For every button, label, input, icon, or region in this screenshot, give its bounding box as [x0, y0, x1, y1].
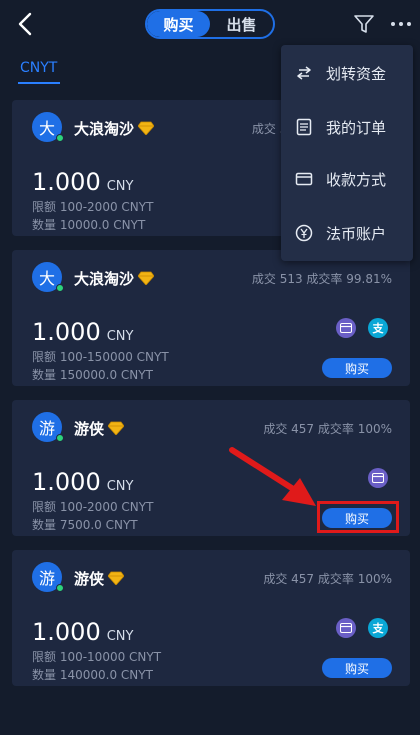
trade-stats: 成交 457 成交率 100% [263, 422, 392, 436]
buy-sell-toggle: 购买 出售 [145, 9, 275, 39]
bank-card-icon [336, 618, 356, 638]
menu-item-orders[interactable]: 我的订单 [281, 101, 413, 153]
menu-item-label: 法币账户 [326, 224, 387, 243]
listing-card: 大 大浪淘沙 成交 513 成交率 99.81% 1.000 CNY 支 限额 1… [12, 250, 410, 386]
merchant-name: 大浪淘沙 [74, 120, 135, 138]
buy-button[interactable]: 购买 [322, 658, 392, 678]
diamond-badge-icon [108, 571, 124, 585]
payment-method-icon [295, 172, 313, 186]
price: 1.000 CNY [32, 318, 134, 346]
alipay-icon: 支 [368, 618, 388, 638]
tab-buy[interactable]: 购买 [147, 11, 210, 37]
trade-stats: 成交 513 成交率 99.81% [251, 272, 392, 286]
filter-icon[interactable] [352, 12, 376, 36]
menu-item-label: 我的订单 [326, 118, 387, 137]
menu-item-label: 收款方式 [326, 170, 387, 189]
menu-item-payment-method[interactable]: 收款方式 [281, 153, 413, 205]
price: 1.000 CNY [32, 468, 134, 496]
merchant-name: 游侠 [74, 570, 105, 588]
alipay-icon: 支 [368, 318, 388, 338]
limit-range: 限额 100-150000 CNYT [32, 350, 169, 364]
buy-button[interactable]: 购买 [322, 508, 392, 528]
listing-card: 游 游侠 成交 457 成交率 100% 1.000 CNY 限额 100-200… [12, 400, 410, 536]
listing-card: 游 游侠 成交 457 成交率 100% 1.000 CNY 支 限额 100-1… [12, 550, 410, 686]
currency-tab-cnyt[interactable]: CNYT [20, 60, 57, 76]
quantity: 数量 150000.0 CNYT [32, 368, 153, 382]
more-icon[interactable] [388, 12, 414, 36]
diamond-badge-icon [138, 271, 154, 285]
menu-item-label: 划转资金 [326, 64, 387, 83]
limit-range: 限额 100-2000 CNYT [32, 200, 154, 214]
online-status-dot [56, 434, 64, 442]
header: 购买 出售 [0, 0, 420, 48]
price: 1.000 CNY [32, 168, 134, 196]
more-menu: 划转资金 我的订单 收款方式 法币账户 [281, 45, 413, 261]
bank-card-icon [336, 318, 356, 338]
menu-item-transfer[interactable]: 划转资金 [281, 47, 413, 99]
tab-sell[interactable]: 出售 [210, 11, 273, 37]
quantity: 数量 140000.0 CNYT [32, 668, 153, 682]
diamond-badge-icon [138, 121, 154, 135]
diamond-badge-icon [108, 421, 124, 435]
online-status-dot [56, 584, 64, 592]
bank-card-icon [368, 468, 388, 488]
fiat-account-icon [295, 224, 313, 242]
orders-icon [296, 118, 312, 136]
pointer-arrow-icon [229, 447, 316, 506]
price: 1.000 CNY [32, 618, 134, 646]
online-status-dot [56, 284, 64, 292]
online-status-dot [56, 134, 64, 142]
quantity: 数量 10000.0 CNYT [32, 218, 146, 232]
merchant-name: 大浪淘沙 [74, 270, 135, 288]
buy-button[interactable]: 购买 [322, 358, 392, 378]
merchant-name: 游侠 [74, 420, 105, 438]
menu-item-fiat-account[interactable]: 法币账户 [281, 207, 413, 259]
quantity: 数量 7500.0 CNYT [32, 518, 138, 532]
back-icon[interactable] [12, 10, 40, 38]
limit-range: 限额 100-2000 CNYT [32, 500, 154, 514]
transfer-icon [297, 66, 311, 80]
currency-tab-underline [18, 82, 60, 84]
limit-range: 限额 100-10000 CNYT [32, 650, 162, 664]
trade-stats: 成交 457 成交率 100% [263, 572, 392, 586]
